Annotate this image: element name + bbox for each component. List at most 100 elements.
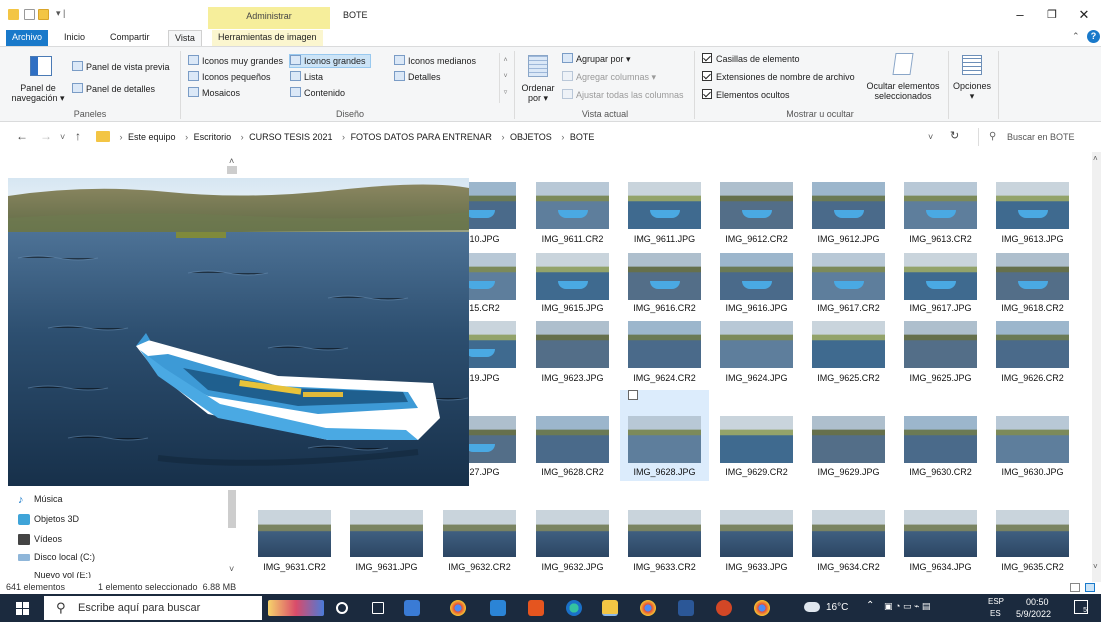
chevron-right-icon[interactable]: ›: [120, 132, 123, 142]
crumb-fotos-datos[interactable]: FOTOS DATOS PARA ENTRENAR: [351, 132, 492, 142]
file-thumbnail[interactable]: IMG_9617.CR2: [812, 253, 885, 315]
calendar-app-icon[interactable]: [404, 600, 420, 616]
nav-item-music[interactable]: Música: [34, 494, 63, 504]
chevron-right-icon[interactable]: ›: [501, 132, 504, 142]
windows-start-icon[interactable]: [16, 602, 29, 615]
input-lang-bottom[interactable]: ES: [990, 609, 1001, 618]
file-thumbnail[interactable]: IMG_9624.CR2: [628, 321, 701, 385]
file-thumbnail[interactable]: IMG_9630.CR2: [904, 416, 977, 479]
options-button[interactable]: Opciones ▾: [952, 81, 992, 101]
scroll-down-icon[interactable]: ˅: [1093, 562, 1098, 571]
cortana-circle-icon[interactable]: [336, 602, 348, 614]
chevron-right-icon[interactable]: ›: [342, 132, 345, 142]
file-thumbnail[interactable]: IMG_9626.CR2: [996, 321, 1069, 385]
file-thumbnail[interactable]: IMG_9634.CR2: [812, 510, 885, 576]
file-thumbnail[interactable]: IMG_9616.JPG: [720, 253, 793, 315]
layout-list[interactable]: Lista: [290, 71, 323, 83]
forward-arrow-icon[interactable]: →: [40, 129, 52, 143]
layout-details[interactable]: Detalles: [394, 71, 441, 83]
powerpoint-icon[interactable]: [716, 600, 732, 616]
weather-temp[interactable]: 16°C: [826, 602, 848, 613]
chrome-icon[interactable]: [754, 600, 770, 616]
address-dropdown-icon[interactable]: ˅: [928, 132, 933, 142]
nav-item-videos[interactable]: Vídeos: [34, 534, 62, 544]
tab-compartir[interactable]: Compartir: [104, 30, 156, 46]
nav-scroll-up-icon[interactable]: ˄: [229, 156, 234, 166]
clock-date[interactable]: 5/9/2022: [1016, 609, 1051, 619]
file-extensions-toggle[interactable]: Extensiones de nombre de archivo: [702, 71, 855, 83]
maximize-button[interactable]: ❐: [1038, 6, 1066, 24]
file-thumbnail[interactable]: IMG_9617.JPG: [904, 253, 977, 315]
large-icons-view-icon[interactable]: [1085, 583, 1095, 592]
layout-extra-large-icons[interactable]: Iconos muy grandes: [188, 55, 283, 67]
help-icon[interactable]: ?: [1087, 30, 1100, 43]
close-button[interactable]: ✕: [1070, 6, 1098, 24]
tab-inicio[interactable]: Inicio: [58, 30, 91, 46]
app-orange-icon[interactable]: [528, 600, 544, 616]
nav-item-local-disk[interactable]: Disco local (C:): [34, 552, 95, 562]
tray-icons[interactable]: ▣ ◔ ▭ ⌁ ▤: [884, 601, 930, 612]
nav-scroll-thumb[interactable]: [227, 166, 237, 174]
sort-by-button[interactable]: Ordenar por ▾: [520, 83, 556, 103]
chrome-icon[interactable]: [450, 600, 466, 616]
file-thumbnail[interactable]: IMG_9625.CR2: [812, 321, 885, 385]
nav-scroll-down-icon[interactable]: ˅: [229, 564, 234, 574]
layout-content[interactable]: Contenido: [290, 87, 345, 99]
file-thumbnail[interactable]: IMG_9613.CR2: [904, 182, 977, 246]
layout-scroll-arrows[interactable]: ˄ ˅ ▿: [499, 53, 511, 103]
crumb-este-equipo[interactable]: Este equipo: [128, 132, 176, 142]
edge-icon[interactable]: [566, 600, 582, 616]
file-thumbnail[interactable]: IMG_9633.CR2: [628, 510, 701, 576]
cortana-icon[interactable]: [268, 600, 324, 616]
crumb-bote[interactable]: BOTE: [570, 132, 595, 142]
minimize-button[interactable]: –: [1006, 6, 1034, 24]
details-view-icon[interactable]: [1070, 583, 1080, 592]
crumb-objetos[interactable]: OBJETOS: [510, 132, 552, 142]
recent-dropdown-icon[interactable]: ˅: [60, 132, 65, 142]
file-thumbnail[interactable]: IMG_9630.JPG: [996, 416, 1069, 479]
group-by-button[interactable]: Agrupar por ▾: [562, 53, 631, 65]
file-thumbnail[interactable]: IMG_9635.CR2: [996, 510, 1069, 576]
tab-archivo[interactable]: Archivo: [6, 30, 49, 46]
search-input[interactable]: ⚲ Buscar en BOTE: [978, 128, 1098, 146]
file-thumbnail[interactable]: IMG_9632.JPG: [536, 510, 609, 576]
file-thumbnail[interactable]: IMG_9612.JPG: [812, 182, 885, 246]
layout-tiles[interactable]: Mosaicos: [188, 87, 240, 99]
file-thumbnail[interactable]: IMG_9634.JPG: [904, 510, 977, 576]
layout-small-icons[interactable]: Iconos pequeños: [188, 71, 271, 83]
file-thumbnail[interactable]: IMG_9629.CR2: [720, 416, 793, 479]
taskbar-search-input[interactable]: ⚲ Escribe aquí para buscar: [44, 596, 262, 620]
crumb-escritorio[interactable]: Escritorio: [194, 132, 232, 142]
hidden-items-toggle[interactable]: Elementos ocultos: [702, 89, 790, 101]
scroll-up-icon[interactable]: ˄: [1093, 154, 1098, 163]
file-thumbnail[interactable]: IMG_9631.CR2: [258, 510, 331, 576]
weather-icon[interactable]: [804, 602, 820, 612]
notifications-icon[interactable]: 5: [1074, 600, 1088, 614]
file-thumbnail[interactable]: IMG_9628.CR2: [536, 416, 609, 479]
layout-medium-icons[interactable]: Iconos medianos: [394, 55, 476, 67]
chrome-icon[interactable]: [640, 600, 656, 616]
nav-scrollbar[interactable]: [228, 490, 236, 528]
nav-pane-button[interactable]: Panel de navegación ▾: [6, 83, 70, 103]
file-thumbnail[interactable]: IMG_9623.JPG: [536, 321, 609, 385]
task-view-icon[interactable]: [372, 602, 384, 614]
file-thumbnail[interactable]: IMG_9613.JPG: [996, 182, 1069, 246]
details-pane-button[interactable]: Panel de detalles: [72, 83, 155, 95]
nav-item-3d-objects[interactable]: Objetos 3D: [34, 514, 79, 524]
file-thumbnail[interactable]: IMG_9612.CR2: [720, 182, 793, 246]
file-thumbnail[interactable]: IMG_9611.CR2: [536, 182, 609, 246]
item-checkboxes-toggle[interactable]: Casillas de elemento: [702, 53, 800, 65]
file-thumbnail[interactable]: IMG_9628.JPG: [620, 390, 709, 481]
file-thumbnail[interactable]: IMG_9616.CR2: [628, 253, 701, 315]
layout-large-icons[interactable]: Iconos grandes: [289, 54, 371, 68]
file-thumbnail[interactable]: IMG_9611.JPG: [628, 182, 701, 246]
up-arrow-icon[interactable]: ↑: [75, 129, 81, 143]
mail-icon[interactable]: [490, 600, 506, 616]
ribbon-collapse-icon[interactable]: ⌃: [1072, 31, 1080, 42]
file-thumbnail[interactable]: IMG_9632.CR2: [443, 510, 516, 576]
tab-vista[interactable]: Vista: [168, 30, 202, 46]
file-thumbnail[interactable]: IMG_9631.JPG: [350, 510, 423, 576]
fit-columns-button[interactable]: Ajustar todas las columnas: [562, 89, 684, 101]
chevron-right-icon[interactable]: ›: [185, 132, 188, 142]
item-checkbox[interactable]: [628, 390, 638, 400]
